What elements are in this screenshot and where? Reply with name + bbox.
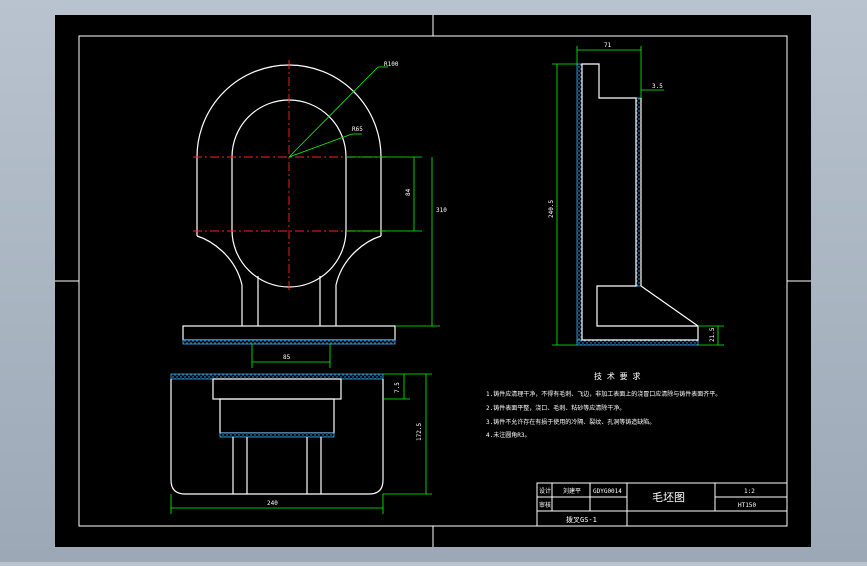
tech-item-2: 2.铸件表面平整，浇口、毛刺、粘砂等应清除干净。: [486, 404, 625, 412]
tb-title: 毛坯图: [652, 491, 685, 504]
tb-part-name: 拨叉GS-1: [566, 515, 597, 524]
dim-outer-radius: R100: [384, 61, 399, 68]
tech-item-1: 1.铸件应清理干净，不得有毛刺、飞边，非加工表面上的浇冒口应清除与铸件表面齐平。: [486, 390, 721, 398]
bottom-top-allowance: [170, 373, 384, 380]
dim-2405: 240.5: [548, 200, 555, 218]
drawing-sheet: [55, 15, 811, 547]
tech-title: 技 术 要 求: [594, 371, 640, 381]
cad-viewport[interactable]: R100 R65 84 310 85 7.5 172.5 240 71 3.5 …: [0, 0, 867, 562]
tb-role-design: 设计: [539, 487, 551, 495]
tb-scale: 1:2: [744, 488, 755, 495]
dim-215: 21.5: [709, 327, 716, 342]
tech-item-4: 4.未注圆角R3。: [486, 431, 530, 439]
dim-310: 310: [436, 207, 447, 214]
tb-drawing-no: GDYG0014: [593, 488, 622, 495]
dim-84: 84: [405, 188, 412, 196]
dim-35: 3.5: [652, 83, 663, 90]
side-right-allowance: [635, 97, 642, 287]
tech-item-3: 3.铸件不允许存在有损于使用的冷隔、裂纹、孔洞等铸造缺陷。: [486, 418, 655, 426]
dim-inner-radius: R65: [352, 126, 363, 133]
drawing-canvas: R100 R65 84 310 85 7.5 172.5 240 71 3.5 …: [55, 15, 811, 547]
tb-material: HT150: [738, 502, 756, 509]
tb-name-design: 刘建平: [563, 487, 581, 495]
front-base-allowance: [182, 339, 396, 345]
dim-71: 71: [604, 42, 612, 49]
dim-1725: 172.5: [416, 423, 423, 441]
side-left-allowance: [576, 63, 583, 341]
dim-85: 85: [283, 354, 291, 361]
side-base-allowance: [576, 339, 699, 346]
dim-240: 240: [267, 500, 278, 507]
dim-75: 7.5: [394, 382, 401, 393]
tb-role-check: 审核: [539, 501, 551, 509]
